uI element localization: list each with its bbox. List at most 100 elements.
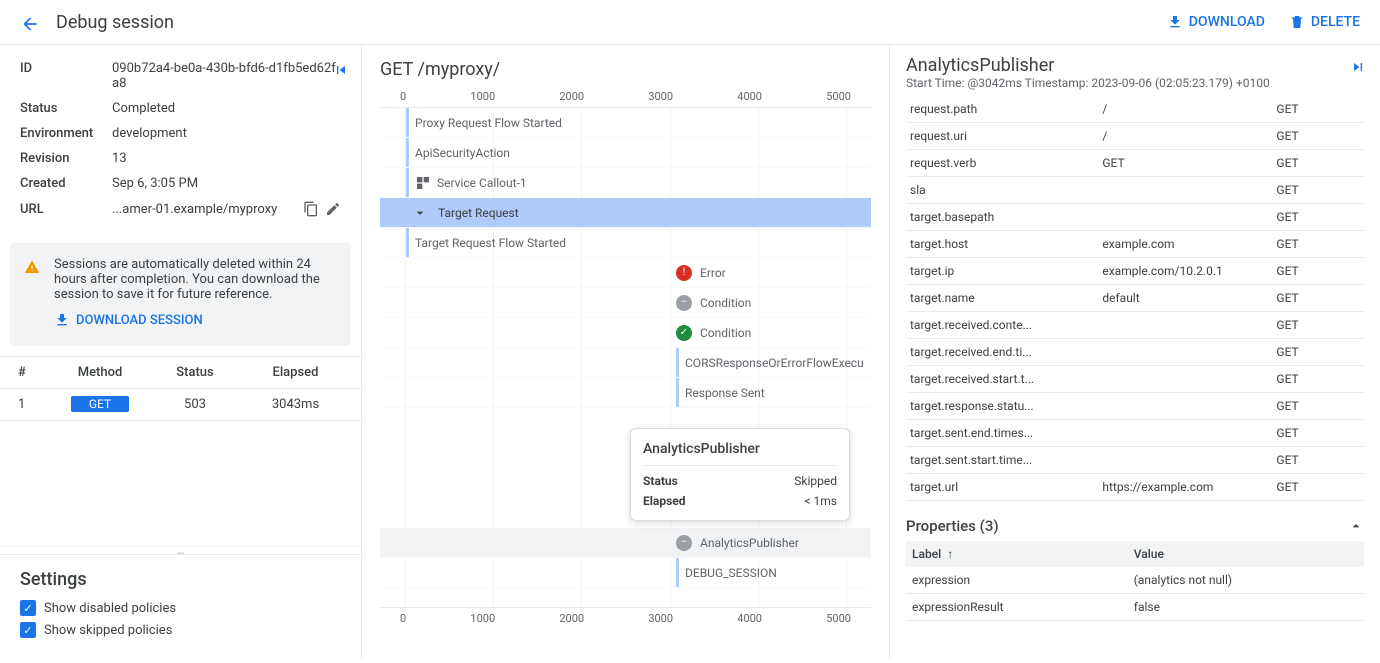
variable-row[interactable]: target.urlhttps://example.comGET [906,474,1364,501]
label-id: ID [20,61,112,91]
var-name: target.received.conte... [906,312,1098,339]
flow-tooltip: AnalyticsPublisher StatusSkipped Elapsed… [630,428,850,521]
flow-row[interactable]: Target Request Flow Started [380,228,871,258]
var-value [1098,204,1272,231]
property-row[interactable]: expression(analytics not null) [906,567,1364,594]
flow-row[interactable]: !Error [380,258,871,288]
flow-row[interactable]: CORSResponseOrErrorFlowExecu [380,348,871,378]
tick: 1000 [470,612,495,625]
download-session-label: DOWNLOAD SESSION [76,313,203,328]
checkbox-skipped-policies[interactable]: ✓ [20,622,36,638]
var-name: request.uri [906,123,1098,150]
flow-row-label: Condition [700,296,751,310]
flow-row[interactable]: Service Callout-1 [380,168,871,198]
flow-row[interactable]: –AnalyticsPublisher [380,528,871,558]
flow-row-label: DEBUG_SESSION [685,566,777,580]
var-scope: GET [1272,177,1364,204]
tick: 4000 [737,90,762,103]
collapse-left-icon[interactable] [333,59,349,78]
props-header-label[interactable]: Label↑ [906,541,1128,567]
edit-icon[interactable] [325,201,341,217]
checkbox-disabled-policies[interactable]: ✓ [20,600,36,616]
label-env: Environment [20,126,112,141]
right-subtitle: Start Time: @3042ms Timestamp: 2023-09-0… [906,76,1364,90]
variable-row[interactable]: target.received.end.ti... GET [906,339,1364,366]
flow-row[interactable]: Proxy Request Flow Started [380,108,871,138]
variable-row[interactable]: target.basepathGET [906,204,1364,231]
var-value: default [1098,285,1272,312]
variable-row[interactable]: target.namedefaultGET [906,285,1364,312]
tick: 0 [400,90,406,103]
flow-row[interactable]: Response Sent [380,378,871,408]
variable-row[interactable]: target.received.start.t...GET [906,366,1364,393]
download-button[interactable]: DOWNLOAD [1167,14,1265,30]
download-session-button[interactable]: DOWNLOAD SESSION [54,312,203,328]
variable-row[interactable]: target.received.conte...GET [906,312,1364,339]
variable-row[interactable]: target.sent.start.time...GET [906,447,1364,474]
tooltip-elapsed-label: Elapsed [643,494,686,508]
label-rev: Revision [20,151,112,166]
var-scope: GET [1272,339,1364,366]
tick: 3000 [648,612,673,625]
props-header-value[interactable]: Value [1128,541,1364,567]
back-arrow-icon[interactable] [20,10,40,34]
variable-row[interactable]: target.sent.end.times...GET [906,420,1364,447]
delete-button[interactable]: DELETE [1289,14,1360,30]
var-value [1098,447,1272,474]
variable-row[interactable]: request.uri/GET [906,123,1364,150]
download-label: DOWNLOAD [1189,14,1265,30]
prop-value: (analytics not null) [1128,567,1364,594]
flow-row-label: Response Sent [685,386,765,400]
var-value [1098,393,1272,420]
variable-row[interactable]: target.ipexample.com/10.2.0.1GET [906,258,1364,285]
copy-icon[interactable] [303,201,319,217]
flow-body: AnalyticsPublisher StatusSkipped Elapsed… [380,108,871,608]
flow-row-label: Condition [700,326,751,340]
var-name: target.host [906,231,1098,258]
variable-row[interactable]: request.verbGETGET [906,150,1364,177]
method-badge: GET [71,396,129,412]
prop-label: expressionResult [906,594,1128,621]
flow-row-label: Target Request Flow Started [415,236,566,250]
row-elapsed: 3043ms [240,397,351,412]
flow-row-label: Service Callout-1 [437,176,527,190]
variable-row[interactable]: target.hostexample.comGET [906,231,1364,258]
var-value: example.com/10.2.0.1 [1098,258,1272,285]
var-scope: GET [1272,231,1364,258]
variables-table: request.path/GETrequest.uri/GETrequest.v… [906,96,1364,501]
tick: 4000 [737,612,762,625]
variable-row[interactable]: target.response.statu...GET [906,393,1364,420]
flow-row[interactable]: ✓Condition [380,318,871,348]
tooltip-status: Skipped [794,474,837,488]
variable-row[interactable]: slaGET [906,177,1364,204]
var-scope: GET [1272,123,1364,150]
variable-row[interactable]: request.path/GET [906,96,1364,123]
tick: 0 [400,612,406,625]
var-value: https://example.com [1098,474,1272,501]
warning-text: Sessions are automatically deleted withi… [54,257,337,302]
var-scope: GET [1272,447,1364,474]
col-header-elapsed: Elapsed [240,365,351,380]
value-status: Completed [112,101,341,116]
flow-row[interactable]: –Condition [380,288,871,318]
var-name: target.received.end.ti... [906,339,1098,366]
request-row[interactable]: 1 GET 503 3043ms [0,389,361,421]
collapse-props-icon[interactable] [1348,518,1364,534]
left-pane: ID090b72a4-be0a-430b-bfd6-d1fb5ed62fa8 S… [0,45,362,658]
flow-row[interactable]: Target Request [380,198,871,228]
tooltip-status-label: Status [643,474,678,488]
flow-row[interactable]: ApiSecurityAction [380,138,871,168]
flow-row[interactable]: DEBUG_SESSION [380,558,871,588]
col-header-status: Status [150,365,240,380]
label-url: URL [20,202,112,217]
drag-handle-icon[interactable]: ━ [0,546,361,554]
flow-row-label: CORSResponseOrErrorFlowExecu [685,356,864,370]
flow-row-label: Proxy Request Flow Started [415,116,562,130]
label-created: Created [20,176,112,191]
var-value: / [1098,96,1272,123]
tick: 3000 [648,90,673,103]
expand-right-icon[interactable] [1350,59,1366,75]
var-value: / [1098,123,1272,150]
label-disabled-policies: Show disabled policies [44,601,176,616]
property-row[interactable]: expressionResultfalse [906,594,1364,621]
